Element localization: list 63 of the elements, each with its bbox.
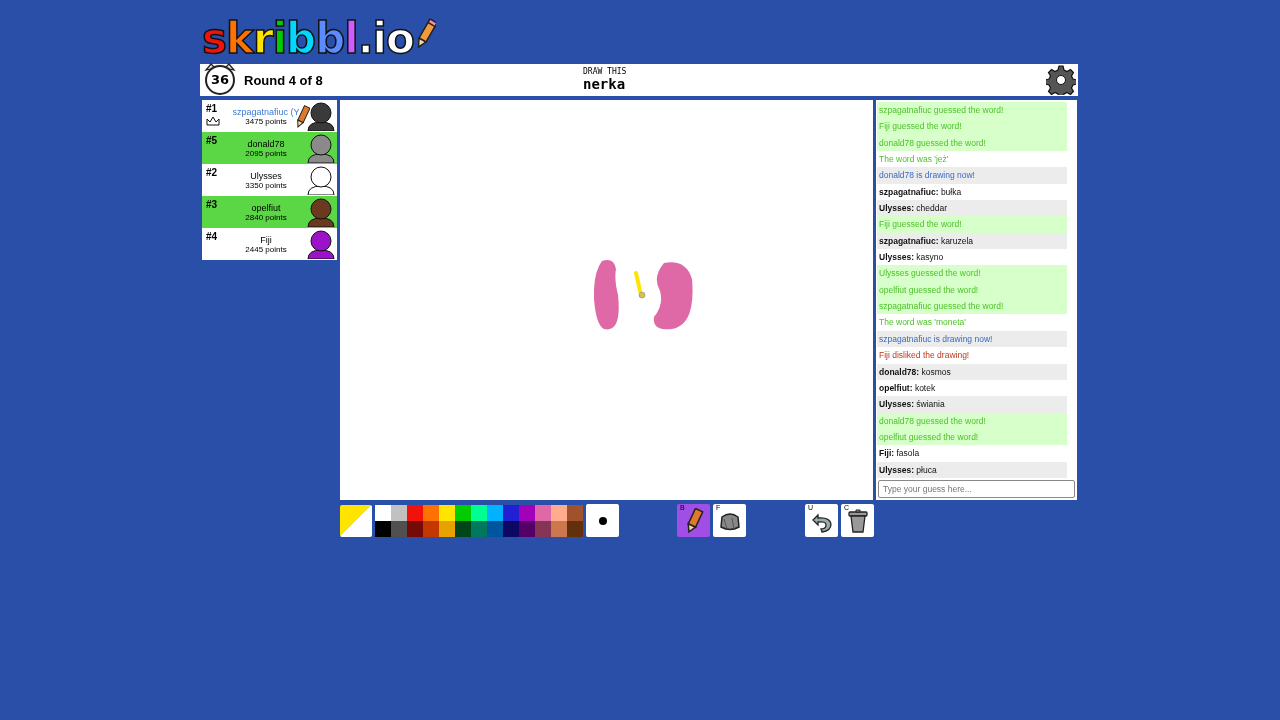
chat-message: donald78 is drawing now! <box>877 167 1067 184</box>
color-swatch[interactable] <box>503 504 519 521</box>
color-swatch[interactable] <box>487 504 503 521</box>
player-points: 3350 points <box>245 180 287 190</box>
player-card[interactable]: #4 Fiji 2445 points <box>202 228 337 260</box>
chat-message: szpagatnafiuc guessed the word! <box>877 102 1067 119</box>
chat-message: The word was 'moneta' <box>878 316 967 330</box>
player-rank: #1 <box>206 103 219 114</box>
pencil-icon <box>415 18 436 50</box>
hint-label: DRAW THIS <box>583 67 627 76</box>
color-swatch[interactable] <box>407 504 423 521</box>
player-rank: #2 <box>206 167 219 178</box>
current-color[interactable] <box>340 504 372 537</box>
player-rank: #3 <box>206 199 219 210</box>
player-card[interactable]: #2 Ulysses 3350 points <box>202 164 337 196</box>
color-swatch[interactable] <box>455 504 471 521</box>
color-swatch[interactable] <box>567 504 583 521</box>
player-rank: #4 <box>206 231 219 242</box>
guess-input[interactable]: Type your guess here... <box>878 479 1075 498</box>
settings-icon[interactable] <box>1046 65 1076 95</box>
chat-message: Fiji disliked the drawing! <box>878 349 971 363</box>
round-label: Round 4 of 8 <box>244 72 323 88</box>
player-points: 2840 points <box>245 212 287 222</box>
player-card[interactable]: #5 donald78 2095 points <box>202 132 337 164</box>
player-name: szpagatnafiuc (Y <box>232 106 300 117</box>
chat-message: Fiji guessed the word! <box>877 216 1067 233</box>
player-card[interactable]: #1 szpagatnafiuc (Y 3475 points <box>202 100 337 132</box>
logo: skribbl.io <box>202 16 414 62</box>
player-card[interactable]: #3 opelfiut 2840 points <box>202 196 337 228</box>
color-swatch[interactable] <box>423 504 439 521</box>
player-name: Ulysses <box>250 170 282 181</box>
color-swatch[interactable] <box>535 504 551 521</box>
color-swatch[interactable] <box>391 504 407 521</box>
chat-message: Ulysses: kasyno <box>878 251 945 265</box>
color-swatch[interactable] <box>375 504 391 521</box>
chat-message: Ulysses: cheddar <box>877 200 1067 217</box>
chat-message: szpagatnafiuc is drawing now! <box>877 330 1067 348</box>
player-rank: #5 <box>206 135 219 146</box>
color-swatch[interactable] <box>551 504 567 521</box>
chat-message: donald78: kosmos <box>877 363 1067 380</box>
color-swatch[interactable] <box>439 504 455 521</box>
brush-dot-icon <box>598 516 607 525</box>
chat-message: Ulysses: świania <box>877 396 1067 413</box>
chat-message: The word was 'jeż' <box>878 153 950 167</box>
color-swatch[interactable] <box>471 504 487 521</box>
player-name: opelfiut <box>251 202 281 213</box>
timer: 36 <box>202 61 238 97</box>
chat-message: Ulysses guessed the word! <box>877 265 1067 282</box>
chat-message: opelfiut: kotek <box>878 381 937 395</box>
chat-message: Ulysses: płuca <box>877 461 1067 478</box>
player-name: Fiji <box>260 234 272 245</box>
chat-message: Fiji: fasola <box>878 447 921 461</box>
brush-size-button[interactable] <box>586 504 619 537</box>
color-swatch[interactable] <box>519 504 535 521</box>
chat-message: szpagatnafiuc guessed the word! <box>877 298 1067 315</box>
trash-icon <box>845 507 870 534</box>
player-points: 3475 points <box>245 116 287 126</box>
chat-message: szpagatnafiuc: bułka <box>878 185 963 199</box>
chat-message: Fiji guessed the word! <box>877 118 1067 135</box>
player-points: 2095 points <box>245 148 287 158</box>
player-points: 2445 points <box>245 244 287 254</box>
player-name: donald78 <box>247 138 285 149</box>
word-label: nerka <box>583 76 627 92</box>
